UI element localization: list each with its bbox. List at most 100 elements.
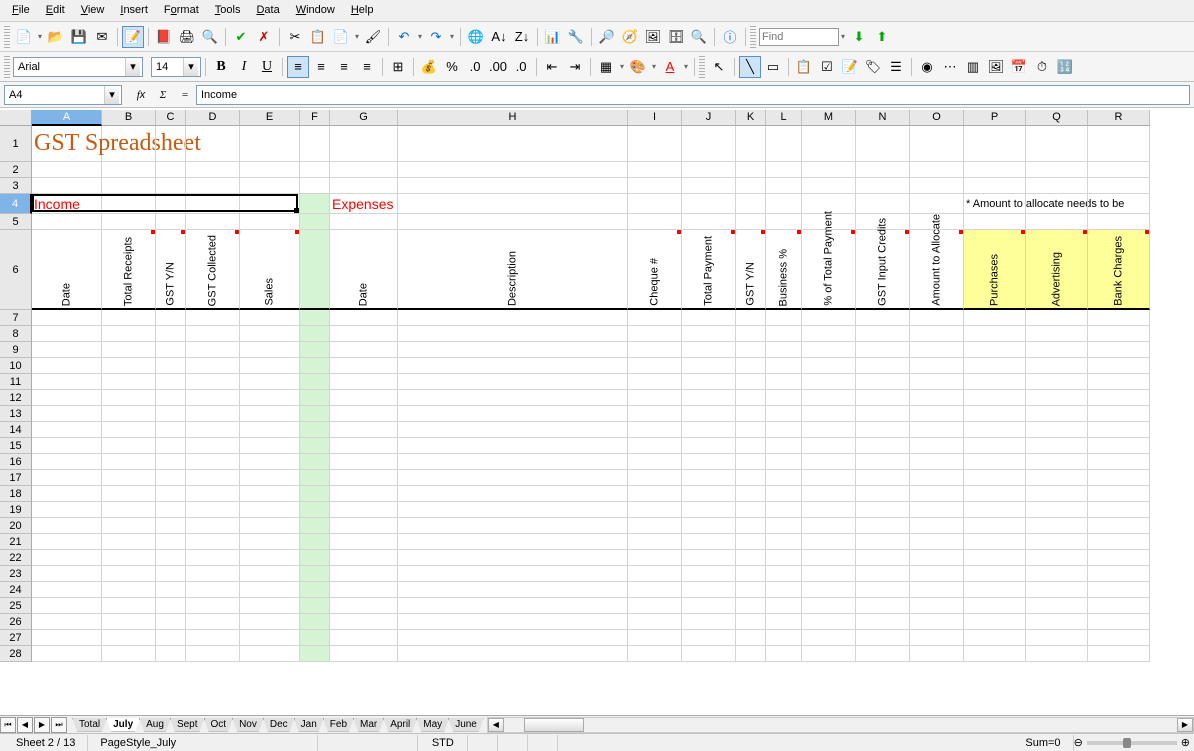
cell-D6[interactable]: GST Collected [186,230,240,310]
cell-K27[interactable] [736,630,766,646]
col-header-H[interactable]: H [398,110,628,126]
cell-K13[interactable] [736,406,766,422]
row-header-2[interactable]: 2 [0,162,32,178]
cell-M20[interactable] [802,518,856,534]
cell-B11[interactable] [102,374,156,390]
cell-J22[interactable] [682,550,736,566]
preview-icon[interactable]: 🔍 [199,26,221,48]
cell-Q19[interactable] [1026,502,1088,518]
cell-M3[interactable] [802,178,856,194]
cell-N26[interactable] [856,614,910,630]
cell-E23[interactable] [240,566,300,582]
cell-E27[interactable] [240,630,300,646]
more-icon[interactable]: ⋯ [939,56,961,78]
cell-M8[interactable] [802,326,856,342]
cell-M11[interactable] [802,374,856,390]
cell-Q7[interactable] [1026,310,1088,326]
cell-I10[interactable] [628,358,682,374]
cell-O18[interactable] [910,486,964,502]
cell-R20[interactable] [1088,518,1150,534]
cell-O2[interactable] [910,162,964,178]
cell-P8[interactable] [964,326,1026,342]
cell-E7[interactable] [240,310,300,326]
cell-H2[interactable] [398,162,628,178]
paste-icon[interactable]: 📄 [330,26,352,48]
cell-E28[interactable] [240,646,300,662]
row-header-8[interactable]: 8 [0,326,32,342]
cell-A10[interactable] [32,358,102,374]
sum-icon[interactable]: Σ [152,85,174,105]
cell-C17[interactable] [156,470,186,486]
cell-N17[interactable] [856,470,910,486]
cell-E16[interactable] [240,454,300,470]
cell-J19[interactable] [682,502,736,518]
cell-B15[interactable] [102,438,156,454]
cell-R17[interactable] [1088,470,1150,486]
cell-R19[interactable] [1088,502,1150,518]
cell-G7[interactable] [330,310,398,326]
cell-F3[interactable] [300,178,330,194]
cell-L20[interactable] [766,518,802,534]
col-header-A[interactable]: A [32,110,102,126]
cell-L9[interactable] [766,342,802,358]
cell-Q10[interactable] [1026,358,1088,374]
cell-Q18[interactable] [1026,486,1088,502]
line-icon[interactable]: ╲ [739,56,761,78]
cell-A18[interactable] [32,486,102,502]
cell-I27[interactable] [628,630,682,646]
cell-K24[interactable] [736,582,766,598]
sheet-tab-june[interactable]: June [448,718,484,732]
cell-C8[interactable] [156,326,186,342]
col-header-D[interactable]: D [186,110,240,126]
cell-Q6[interactable]: Advertising [1026,230,1088,310]
cell-L18[interactable] [766,486,802,502]
cell-P23[interactable] [964,566,1026,582]
cell-D23[interactable] [186,566,240,582]
cut-icon[interactable]: ✂ [284,26,306,48]
cell-E22[interactable] [240,550,300,566]
cell-O12[interactable] [910,390,964,406]
cell-G17[interactable] [330,470,398,486]
cell-P25[interactable] [964,598,1026,614]
cell-O15[interactable] [910,438,964,454]
cell-B23[interactable] [102,566,156,582]
cell-H28[interactable] [398,646,628,662]
cell-R12[interactable] [1088,390,1150,406]
cell-P21[interactable] [964,534,1026,550]
cell-N2[interactable] [856,162,910,178]
cell-P4[interactable]: * Amount to allocate needs to be [964,194,1026,214]
cell-G10[interactable] [330,358,398,374]
cell-G20[interactable] [330,518,398,534]
tab-last-icon[interactable]: ⏭ [51,717,67,733]
cell-A26[interactable] [32,614,102,630]
cell-A25[interactable] [32,598,102,614]
col-header-M[interactable]: M [802,110,856,126]
row-header-13[interactable]: 13 [0,406,32,422]
cell-B16[interactable] [102,454,156,470]
cell-L11[interactable] [766,374,802,390]
cell-P11[interactable] [964,374,1026,390]
cell-P13[interactable] [964,406,1026,422]
align-justify-icon[interactable]: ≡ [356,56,378,78]
cell-J9[interactable] [682,342,736,358]
sheet-tab-july[interactable]: July [106,718,140,732]
cell-B14[interactable] [102,422,156,438]
cell-G28[interactable] [330,646,398,662]
gallery-icon[interactable]: 🖼 [642,26,664,48]
row-header-25[interactable]: 25 [0,598,32,614]
cell-R14[interactable] [1088,422,1150,438]
cell-H13[interactable] [398,406,628,422]
cell-J21[interactable] [682,534,736,550]
checkbox-icon[interactable]: ☑ [816,56,838,78]
cell-G6[interactable]: Date [330,230,398,310]
cell-K12[interactable] [736,390,766,406]
cell-L1[interactable] [766,126,802,162]
cell-Q22[interactable] [1026,550,1088,566]
cell-L24[interactable] [766,582,802,598]
cell-A20[interactable] [32,518,102,534]
cell-A22[interactable] [32,550,102,566]
cell-B4[interactable] [102,194,156,214]
cell-R15[interactable] [1088,438,1150,454]
row-header-12[interactable]: 12 [0,390,32,406]
font-size-selector[interactable]: 14 [151,57,201,77]
